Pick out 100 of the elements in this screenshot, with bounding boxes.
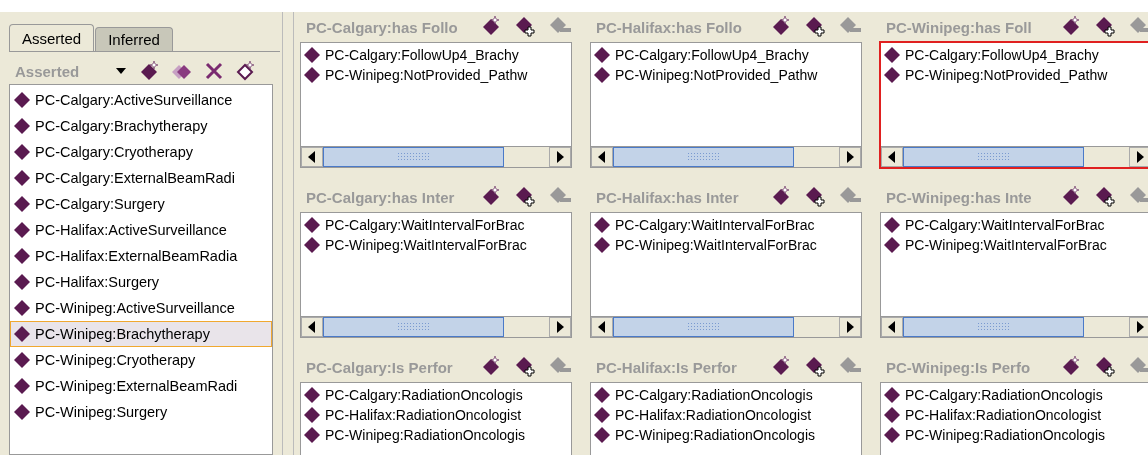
list-item[interactable]: PC-Halifax:RadiationOncologist: [881, 405, 1148, 425]
diamond-icon: [303, 406, 321, 424]
add-plus-icon[interactable]: [804, 15, 828, 39]
add-diamond-icon[interactable]: [139, 60, 161, 82]
diamond-icon: [593, 386, 611, 404]
list-item[interactable]: PC-Halifax:ActiveSurveillance: [10, 217, 272, 243]
list-item[interactable]: PC-Winipeg:RadiationOncologis: [301, 425, 571, 445]
diamond-icon: [13, 91, 31, 109]
left-arrow-icon[interactable]: [308, 151, 316, 163]
list-item[interactable]: PC-Calgary:FollowUp4_Brachy: [591, 45, 861, 65]
property-title: PC-Calgary:has Inter: [305, 188, 456, 206]
list-item[interactable]: PC-Winipeg:ExternalBeamRadi: [10, 373, 272, 399]
right-arrow-icon[interactable]: [556, 321, 564, 333]
diamond-icon: [13, 221, 31, 239]
list-item[interactable]: PC-Halifax:RadiationOncologist: [591, 405, 861, 425]
diamond-icon: [13, 351, 31, 369]
list-item[interactable]: PC-Calgary:RadiationOncologis: [591, 385, 861, 405]
list-item[interactable]: PC-Halifax:Surgery: [10, 269, 272, 295]
add-plus-icon[interactable]: [1094, 355, 1118, 379]
diamond-icon: [883, 406, 901, 424]
horizontal-scrollbar[interactable]: [301, 316, 571, 337]
list-item[interactable]: PC-Winipeg:WaitIntervalForBrac: [591, 235, 861, 255]
diamond-icon: [13, 273, 31, 291]
list-item[interactable]: PC-Halifax:RadiationOncologist: [301, 405, 571, 425]
list-item[interactable]: PC-Calgary:FollowUp4_Brachy: [881, 45, 1148, 65]
list-item[interactable]: PC-Halifax:ExternalBeamRadia: [10, 243, 272, 269]
property-title: PC-Halifax:has Inter: [595, 188, 740, 206]
right-arrow-icon[interactable]: [846, 321, 854, 333]
list-item[interactable]: PC-Calgary:WaitIntervalForBrac: [301, 215, 571, 235]
list-item[interactable]: PC-Winipeg:WaitIntervalForBrac: [301, 235, 571, 255]
diamond-icon: [593, 406, 611, 424]
diamond-icon: [13, 403, 31, 421]
diamond-icon: [883, 236, 901, 254]
list-item[interactable]: PC-Winipeg:NotProvided_Pathw: [881, 65, 1148, 85]
diamond-icon: [13, 325, 31, 343]
list-item[interactable]: PC-Calgary:RadiationOncologis: [301, 385, 571, 405]
list-item[interactable]: PC-Calgary:WaitIntervalForBrac: [591, 215, 861, 235]
diamond-icon: [303, 386, 321, 404]
list-item[interactable]: PC-Calgary:FollowUp4_Brachy: [301, 45, 571, 65]
property-title: PC-Calgary:has Follo: [305, 18, 459, 36]
right-arrow-icon[interactable]: [1136, 321, 1144, 333]
list-item[interactable]: PC-Calgary:ActiveSurveillance: [10, 87, 272, 113]
add-plus-icon[interactable]: [1094, 185, 1118, 209]
diamond-icon: [883, 66, 901, 84]
diamond-icon: [593, 46, 611, 64]
outline-diamond-icon[interactable]: [235, 60, 257, 82]
list-item[interactable]: PC-Calgary:Cryotherapy: [10, 139, 272, 165]
horizontal-scrollbar[interactable]: [301, 146, 571, 167]
list-item[interactable]: PC-Calgary:Brachytherapy: [10, 113, 272, 139]
list-item[interactable]: PC-Winipeg:ActiveSurveillance: [10, 295, 272, 321]
diamond-icon: [593, 66, 611, 84]
add-plus-icon[interactable]: [804, 355, 828, 379]
right-arrow-icon[interactable]: [556, 151, 564, 163]
caret-icon[interactable]: [115, 67, 127, 75]
diamond-icon: [13, 247, 31, 265]
property-title: PC-Halifax:Is Perfor: [595, 358, 738, 376]
diamond-icon: [13, 299, 31, 317]
diamond-icon: [593, 426, 611, 444]
list-item[interactable]: PC-Winipeg:NotProvided_Pathw: [301, 65, 571, 85]
list-item[interactable]: PC-Winipeg:RadiationOncologis: [881, 425, 1148, 445]
diamond-icon: [593, 236, 611, 254]
diamond-icon: [13, 169, 31, 187]
diamond-icon: [13, 143, 31, 161]
list-item[interactable]: PC-Calgary:Surgery: [10, 191, 272, 217]
left-arrow-icon[interactable]: [598, 151, 606, 163]
list-item[interactable]: PC-Calgary:WaitIntervalForBrac: [881, 215, 1148, 235]
list-item[interactable]: PC-Winipeg:NotProvided_Pathw: [591, 65, 861, 85]
left-arrow-icon[interactable]: [888, 321, 896, 333]
list-item[interactable]: PC-Winipeg:Surgery: [10, 399, 272, 425]
right-arrow-icon[interactable]: [1136, 151, 1144, 163]
list-item[interactable]: PC-Winipeg:WaitIntervalForBrac: [881, 235, 1148, 255]
add-plus-icon[interactable]: [514, 15, 538, 39]
left-arrow-icon[interactable]: [598, 321, 606, 333]
horizontal-scrollbar[interactable]: [591, 316, 861, 337]
property-title: PC-Halifax:has Follo: [595, 18, 743, 36]
add-plus-icon[interactable]: [1094, 15, 1118, 39]
view-label: Asserted: [15, 62, 81, 80]
delete-icon[interactable]: [203, 60, 225, 82]
list-item[interactable]: PC-Winipeg:Brachytherapy: [10, 321, 272, 347]
list-item[interactable]: PC-Winipeg:RadiationOncologis: [591, 425, 861, 445]
tab[interactable]: Inferred: [95, 27, 173, 51]
left-arrow-icon[interactable]: [308, 321, 316, 333]
right-arrow-icon[interactable]: [846, 151, 854, 163]
tab[interactable]: Asserted: [9, 24, 95, 51]
list-item[interactable]: PC-Calgary:RadiationOncologis: [881, 385, 1148, 405]
diamond-icon: [883, 426, 901, 444]
diamond-icon: [883, 386, 901, 404]
add-plus-icon[interactable]: [514, 355, 538, 379]
left-arrow-icon[interactable]: [888, 151, 896, 163]
list-item[interactable]: PC-Winipeg:Cryotherapy: [10, 347, 272, 373]
diamond-icon: [303, 216, 321, 234]
horizontal-scrollbar[interactable]: [881, 146, 1148, 167]
list-item[interactable]: PC-Calgary:ExternalBeamRadi: [10, 165, 272, 191]
add-plus-icon[interactable]: [514, 185, 538, 209]
diamond-icon: [593, 216, 611, 234]
diamond-icon: [883, 216, 901, 234]
add-plus-icon[interactable]: [804, 185, 828, 209]
horizontal-scrollbar[interactable]: [881, 316, 1148, 337]
horizontal-scrollbar[interactable]: [591, 146, 861, 167]
property-title: PC-Calgary:Is Perfor: [305, 358, 454, 376]
